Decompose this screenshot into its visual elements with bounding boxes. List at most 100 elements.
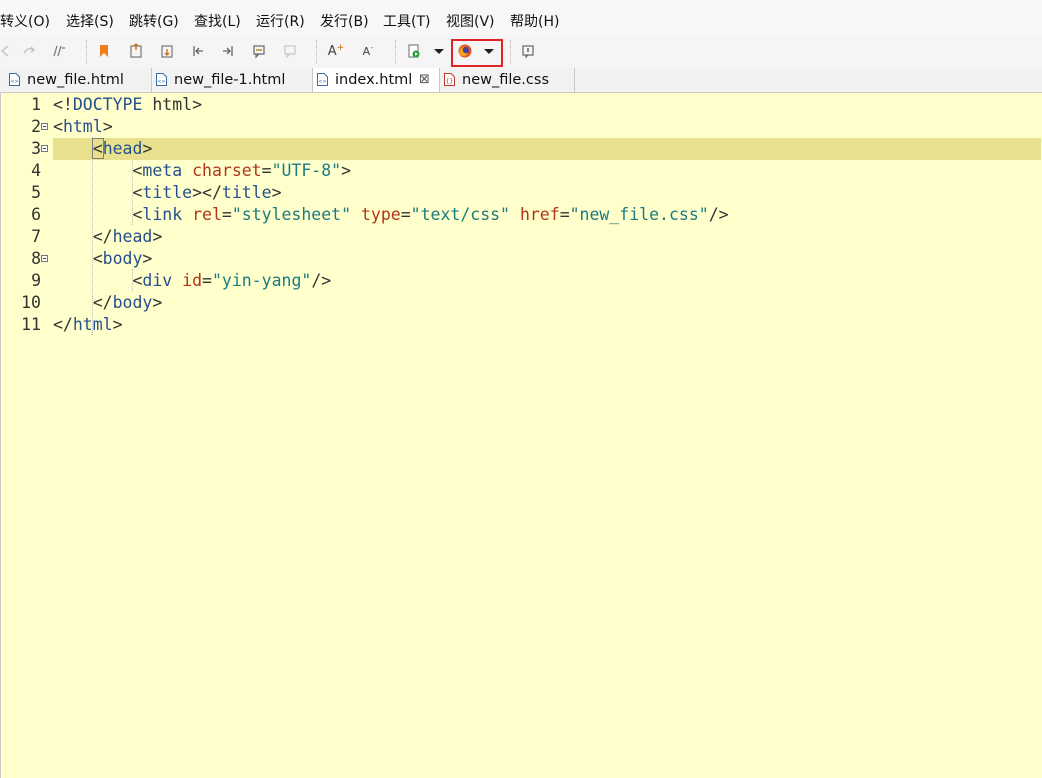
format-icon[interactable] [50,42,68,60]
code-line[interactable]: 4 <meta charset="UTF-8"> [1,160,1041,182]
code-token: > [112,315,123,334]
code-line[interactable]: 7 </head> [1,226,1041,248]
tab-label: new_file.css [462,72,549,88]
code-token: > [152,293,163,312]
line-number: 7 [31,227,41,246]
goto-end-icon[interactable] [219,42,237,60]
code-token: html [62,117,103,136]
code-line[interactable]: 3 <head> [1,138,1041,160]
code-token: /> [708,205,729,224]
code-token: "new_file.css" [569,205,709,224]
code-token: head [112,227,153,246]
html-file-icon: <> [317,73,328,86]
code-token: = [221,205,232,224]
run-icon[interactable] [405,42,423,60]
code-token: body [102,249,143,268]
code-text: <title></title> [53,182,281,204]
line-number: 6 [31,205,41,224]
fold-toggle-icon[interactable] [41,255,48,262]
close-icon[interactable]: ⊠ [419,68,430,92]
code-line[interactable]: 8 <body> [1,248,1041,270]
tab-new-file-html[interactable]: <> new_file.html [5,68,152,92]
tab-label: new_file.html [27,72,124,88]
code-token: </ [53,293,113,312]
code-text: </body> [53,292,163,314]
code-line[interactable]: 10 </body> [1,292,1041,314]
code-text: <meta charset="UTF-8"> [53,160,351,182]
font-increase-icon[interactable]: A + [327,42,345,60]
bookmark-icon[interactable] [95,42,113,60]
code-text: <!DOCTYPE html> [53,94,202,116]
tab-label: index.html [335,72,413,88]
code-token: "UTF-8" [271,161,342,180]
code-text: </head> [53,226,163,248]
info-icon[interactable] [519,42,537,60]
html-file-icon: <> [156,73,167,86]
line-number: 9 [31,271,41,290]
line-number: 3 [31,139,41,158]
code-token: meta [142,161,193,180]
code-line[interactable]: 11 </html> [1,314,1041,336]
code-token: = [400,205,411,224]
menu-escape[interactable]: 转义(O) [0,11,50,31]
tab-new-file-1-html[interactable]: <> new_file-1.html [152,68,313,92]
menu-bar: 转义(O) 选择(S) 跳转(G) 查找(L) 运行(R) 发行(B) 工具(T… [0,0,1042,36]
code-token: > [142,249,153,268]
code-token: < [91,138,104,159]
line-number: 2 [31,117,41,136]
menu-help[interactable]: 帮助(H) [510,11,559,31]
fold-toggle-icon[interactable] [41,145,48,152]
menu-tools[interactable]: 工具(T) [383,11,430,31]
code-text: <div id="yin-yang"/> [53,270,331,292]
line-number: 8 [31,249,41,268]
code-token: /> [311,271,332,290]
code-token: </ [53,315,73,334]
menu-view[interactable]: 视图(V) [446,11,495,31]
html-file-icon: <> [9,73,20,86]
css-file-icon: {} [444,73,455,86]
tab-index-html[interactable]: <> index.html ⊠ [313,68,440,92]
bookmark-next-icon[interactable] [158,42,176,60]
menu-goto[interactable]: 跳转(G) [129,11,179,31]
font-decrease-icon[interactable]: A- [359,42,377,60]
goto-start-icon[interactable] [189,42,207,60]
fold-toggle-icon[interactable] [41,123,48,130]
code-line[interactable]: 1 <!DOCTYPE html> [1,94,1041,116]
code-token: = [202,271,212,290]
menu-select[interactable]: 选择(S) [66,11,114,31]
menu-publish[interactable]: 发行(B) [320,11,369,31]
code-line[interactable]: 2 <html> [1,116,1041,138]
code-line[interactable]: 9 <div id="yin-yang"/> [1,270,1041,292]
line-number: 4 [31,161,41,180]
code-token: < [53,117,63,136]
code-token: body [112,293,153,312]
comment-icon[interactable] [250,42,268,60]
code-token: > [142,139,153,158]
code-editor[interactable]: 1 <!DOCTYPE html> 2 <html> 3 <head> 4 <meta c… [0,93,1042,778]
tab-new-file-css[interactable]: {} new_file.css [440,68,575,92]
code-token: title [221,183,272,202]
run-dropdown-icon[interactable] [430,42,448,60]
back-icon[interactable] [0,42,14,60]
code-token: html [72,315,113,334]
menu-run[interactable]: 运行(R) [256,11,305,31]
line-number: 11 [21,315,41,334]
font-increase-glyph: A [327,43,337,59]
firefox-icon[interactable] [456,42,474,60]
bookmark-prev-icon[interactable] [127,42,145,60]
svg-text:<>: <> [318,79,326,85]
browser-dropdown-icon[interactable] [480,42,498,60]
code-token: "yin-yang" [211,271,312,290]
code-token: href [519,205,560,224]
code-line[interactable]: 5 <title></title> [1,182,1041,204]
code-token: DOCTYPE [72,95,143,114]
forward-icon[interactable] [20,42,38,60]
code-text: <body> [53,248,153,270]
toolbar-separator [86,40,87,64]
code-token: link [142,205,193,224]
code-token: head [102,139,143,158]
code-token: > [152,227,163,246]
menu-find[interactable]: 查找(L) [194,11,241,31]
code-line[interactable]: 6 <link rel="stylesheet" type="text/css"… [1,204,1041,226]
uncomment-icon[interactable] [281,42,299,60]
